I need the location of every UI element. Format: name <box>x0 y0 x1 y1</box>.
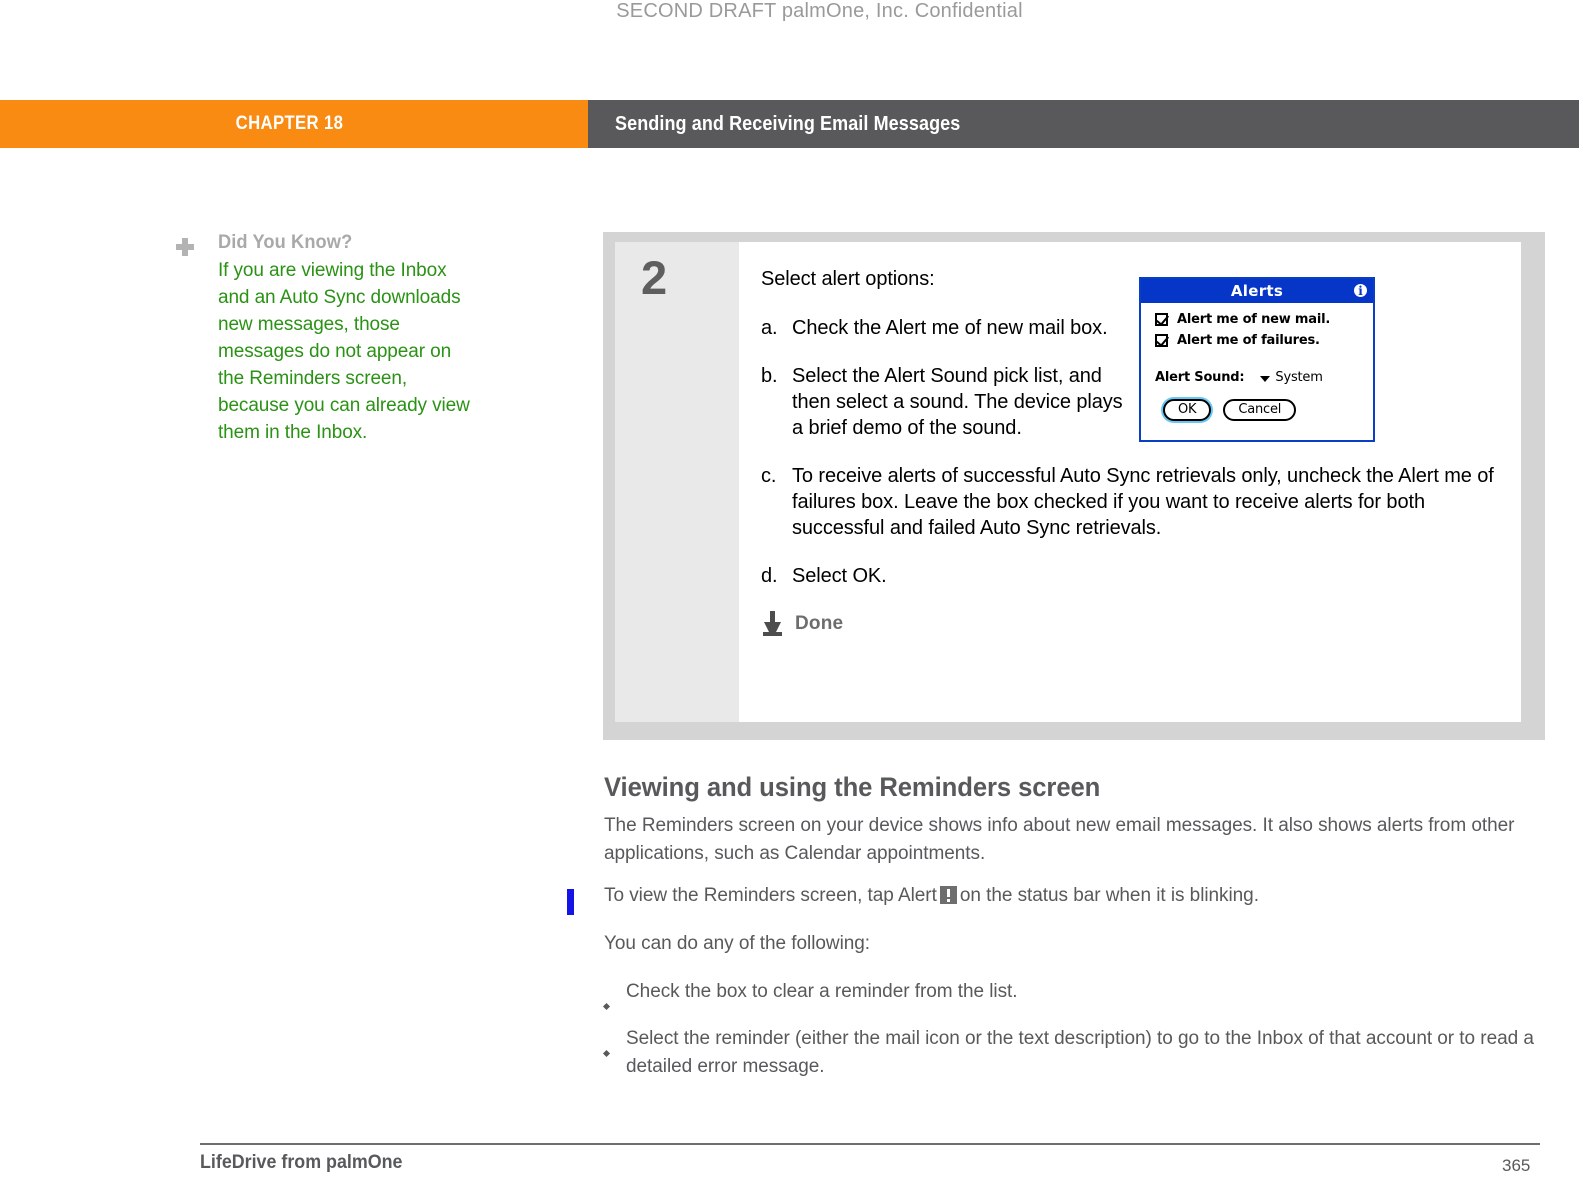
section-paragraph-3: You can do any of the following: <box>604 933 871 954</box>
substep-b-marker: b. <box>761 365 778 387</box>
substep-d-marker: d. <box>761 565 778 587</box>
substep-b-text: Select the Alert Sound pick list, and th… <box>792 365 1123 439</box>
alert-new-mail-label: Alert me of new mail. <box>1177 312 1331 327</box>
page-number: 365 <box>1502 1156 1531 1175</box>
substep-d: d. Select OK. <box>761 563 1501 589</box>
did-you-know-note: Did You Know? If you are viewing the Inb… <box>176 232 476 446</box>
footer-divider <box>200 1143 1540 1145</box>
chapter-title-block: Sending and Receiving Email Messages <box>588 100 1579 148</box>
substep-d-text: Select OK. <box>792 565 887 587</box>
alert-failures-label: Alert me of failures. <box>1177 333 1320 348</box>
alert-new-mail-row[interactable]: Alert me of new mail. <box>1155 312 1373 327</box>
cancel-button[interactable]: Cancel <box>1223 399 1297 421</box>
alerts-dialog-title: Alerts <box>1230 282 1284 300</box>
step-number-column: 2 <box>615 242 739 722</box>
down-arrow-icon <box>761 611 785 637</box>
list-item: Check the box to clear a reminder from t… <box>602 978 1544 1011</box>
substep-c-marker: c. <box>761 465 777 487</box>
substep-a: a. Check the Alert me of new mail box. <box>761 315 1501 341</box>
chapter-number-block: CHAPTER 18 <box>0 100 588 148</box>
draft-watermark: SECOND DRAFT palmOne, Inc. Confidential <box>616 0 1023 22</box>
substep-c-text: To receive alerts of successful Auto Syn… <box>792 465 1494 539</box>
substep-a-text: Check the Alert me of new mail box. <box>792 317 1108 339</box>
alerts-dialog: Alerts i Alert me of new mail. Alert me … <box>1139 277 1375 442</box>
bullet-icon <box>602 1025 626 1081</box>
footer-product-label: LifeDrive from palmOne <box>200 1152 403 1173</box>
bullet-text-2: Select the reminder (either the mail ico… <box>626 1028 1534 1077</box>
chapter-number-label: CHAPTER 18 <box>235 113 343 134</box>
alerts-dialog-titlebar: Alerts i <box>1141 279 1373 303</box>
alert-failures-row[interactable]: Alert me of failures. <box>1155 333 1373 348</box>
checkbox-icon-failures[interactable] <box>1155 334 1168 347</box>
chapter-header: CHAPTER 18 Sending and Receiving Email M… <box>0 100 1579 148</box>
section-paragraph-2: To view the Reminders screen, tap Alert o… <box>604 882 1534 910</box>
step-lead-text: Select alert options: <box>761 268 935 290</box>
bullet-text-1: Check the box to clear a reminder from t… <box>626 981 1018 1002</box>
step-inner-panel: 2 Select alert options: a. Check the Ale… <box>615 242 1521 722</box>
did-you-know-text: If you are viewing the Inbox and an Auto… <box>218 260 470 443</box>
list-item: Select the reminder (either the mail ico… <box>602 1025 1544 1081</box>
plus-icon <box>176 238 194 256</box>
substep-c: c. To receive alerts of successful Auto … <box>761 463 1501 541</box>
para-2-before: To view the Reminders screen, tap Alert <box>604 885 937 906</box>
step-number: 2 <box>641 251 668 304</box>
para-2-after: on the status bar when it is blinking. <box>959 885 1259 906</box>
checkbox-icon-new-mail[interactable] <box>1155 313 1168 326</box>
did-you-know-title: Did You Know? <box>218 232 353 253</box>
alert-sound-value[interactable]: System <box>1275 370 1322 385</box>
chevron-down-icon[interactable] <box>1260 375 1271 382</box>
bullet-icon <box>602 978 626 1011</box>
chapter-title-label: Sending and Receiving Email Messages <box>615 112 961 135</box>
alert-sound-label: Alert Sound: <box>1155 370 1245 385</box>
section-heading: Viewing and using the Reminders screen <box>604 772 1101 802</box>
did-you-know-body: Did You Know? If you are viewing the Inb… <box>218 232 476 446</box>
done-label: Done <box>795 613 844 634</box>
info-icon[interactable]: i <box>1352 282 1369 299</box>
change-bar-marker <box>567 889 574 915</box>
step-box: 2 Select alert options: a. Check the Ale… <box>603 232 1545 740</box>
ok-button[interactable]: OK <box>1163 399 1212 421</box>
substep-a-marker: a. <box>761 317 778 339</box>
alerts-dialog-body: Alert me of new mail. Alert me of failur… <box>1141 303 1373 421</box>
substep-b: b. Select the Alert Sound pick list, and… <box>761 363 1501 441</box>
alert-status-icon <box>939 886 957 904</box>
step-content: Select alert options: a. Check the Alert… <box>739 242 1521 722</box>
alerts-dialog-buttons: OK Cancel <box>1163 399 1373 421</box>
alert-sound-row[interactable]: Alert Sound: System <box>1155 370 1373 385</box>
section-paragraph-1: The Reminders screen on your device show… <box>604 815 1515 864</box>
done-row: Done <box>761 611 1501 637</box>
